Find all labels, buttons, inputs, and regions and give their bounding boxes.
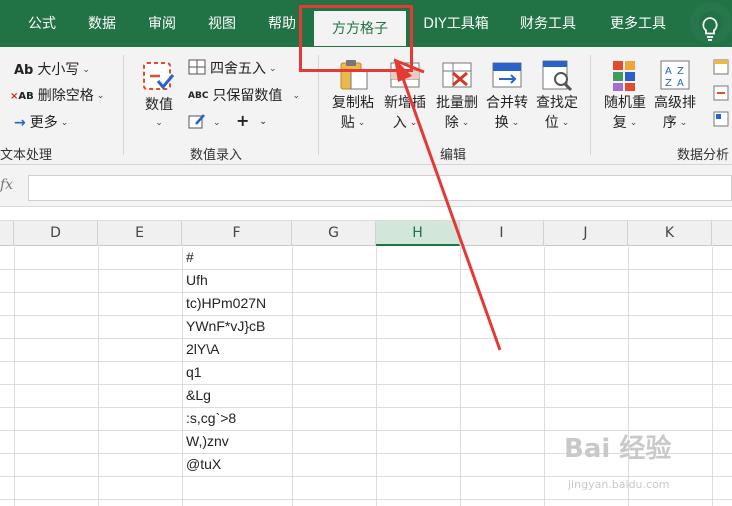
delete-spaces-button[interactable]: ×AB 删除空格 ⌄ [10,85,104,105]
pencil-icon [188,113,206,133]
find-icon [542,60,573,92]
batch-delete-label: 批量删 [436,95,478,111]
column-header-j[interactable]: J [544,221,628,246]
edit-tools-button[interactable]: ⌄ [188,113,221,133]
delete-space-icon: ×AB [10,90,34,102]
advanced-sort-label: 高级排 [654,95,696,111]
change-case-label: 大小写 [37,62,80,78]
cell-f10[interactable]: @tuX [186,453,221,476]
column-header-i[interactable]: I [460,221,544,246]
delete-cells-icon [442,62,472,88]
red-highlight-box [299,5,413,72]
tab-view[interactable]: 视图 [198,13,246,47]
round-icon [188,59,206,79]
arrow-right-icon: → [14,115,26,131]
tab-diy-toolbox[interactable]: DIY工具箱 [414,13,498,47]
column-header-g[interactable]: G [292,221,376,246]
column-header-f[interactable]: F [182,221,292,246]
column-header-k[interactable]: K [628,221,712,246]
cell-f4[interactable]: YWnF*vJ}cB [186,315,265,338]
more-analysis-icon-1[interactable] [713,59,729,79]
column-header-h[interactable]: H [376,221,460,246]
merge-convert-label: 合并转 [486,95,528,111]
cell-f9[interactable]: W,)znv [186,430,229,453]
lightbulb-icon[interactable] [700,16,720,42]
cell-f2[interactable]: Ufh [186,269,208,292]
numeric-button[interactable]: 数值 ⌄ [138,59,180,131]
column-header-e[interactable]: E [98,221,182,246]
svg-text:Z: Z [665,78,672,89]
keep-values-label: 只保留数值 [212,88,283,104]
merge-convert-button[interactable]: 合并转 换 ⌄ [482,57,532,133]
batch-delete-label-2: 除 ⌄ [444,115,470,131]
more-analysis-icon-2[interactable] [713,85,729,105]
analysis-group-label: 数据分析 [677,148,730,163]
insert-new-label-2: 入 ⌄ [392,115,418,131]
find-locate-button[interactable]: 查找定 位 ⌄ [532,57,582,133]
ab-icon: Ab [14,62,34,78]
tab-more-tools[interactable]: 更多工具 [602,13,674,47]
random-icon [613,61,635,91]
numeric-label: 数值 [145,97,173,113]
group-divider [590,55,591,155]
copy-paste-label-2: 贴 ⌄ [340,115,366,131]
cell-f5[interactable]: 2lY\A [186,338,219,361]
random-repeat-label: 随机重 [604,95,646,111]
numeric-icon [143,62,175,90]
chevron-down-icon: ⌄ [155,118,163,128]
formula-input[interactable] [28,175,732,201]
number-group-label: 数值录入 [190,148,243,163]
round-button[interactable]: 四舍五入 ⌄ [188,58,277,79]
svg-text:A: A [677,78,684,89]
cell-f6[interactable]: q1 [186,361,202,384]
more-text-button[interactable]: → 更多 ⌄ [14,112,68,132]
batch-delete-button[interactable]: 批量删 除 ⌄ [432,57,482,133]
cell-f8[interactable]: :s,cg`>8 [186,407,236,430]
advanced-sort-label-2: 序 ⌄ [662,115,688,131]
more-text-label: 更多 [29,115,58,131]
watermark-url: jingyan.baidu.com [568,478,670,491]
fx-icon[interactable]: fx [0,177,24,193]
insert-symbol-button[interactable]: + ⌄ [236,111,267,130]
cell-f7[interactable]: &Lg [186,384,211,407]
delete-spaces-label: 删除空格 [37,88,94,104]
merge-icon [492,62,522,88]
tab-data[interactable]: 数据 [78,13,126,47]
plus-icon: + [236,111,250,130]
formula-bar: fx [0,165,732,207]
column-header-row: D E F G H I J K [0,220,732,246]
cell-f1[interactable]: # [186,246,194,269]
cell-f3[interactable]: tc)HPm027N [186,292,266,315]
find-locate-label: 查找定 [536,95,578,111]
keep-values-button[interactable]: ABC 只保留数值 ⌄ [188,85,300,105]
svg-text:Z: Z [677,66,684,77]
text-group-label: 文本处理 [0,148,53,163]
find-locate-label-2: 位 ⌄ [544,115,570,131]
edit-group-label: 编辑 [440,148,467,163]
random-repeat-button[interactable]: 随机重 复 ⌄ [600,57,650,133]
round-label: 四舍五入 [210,61,266,77]
tab-formulas[interactable]: 公式 [18,13,66,47]
tab-finance-tools[interactable]: 财务工具 [512,13,584,47]
abc-icon: ABC [188,91,209,101]
copy-paste-label: 复制粘 [332,95,374,111]
sort-icon: A Z Z A [660,60,690,90]
group-divider [123,55,124,155]
insert-new-label: 新增插 [384,95,426,111]
tab-review[interactable]: 审阅 [138,13,186,47]
column-header-d[interactable]: D [14,221,98,246]
advanced-sort-button[interactable]: A Z Z A 高级排 序 ⌄ [650,57,700,133]
svg-text:A: A [665,66,672,77]
baidu-watermark: Bai 经验 jingyan.baidu.com [564,428,732,506]
change-case-button[interactable]: Ab 大小写 ⌄ [14,59,90,79]
more-analysis-icon-3[interactable] [713,111,729,131]
merge-convert-label-2: 换 ⌄ [494,115,520,131]
column-header-partial[interactable] [0,221,14,246]
random-repeat-label-2: 复 ⌄ [612,115,638,131]
watermark-logo: Bai 经验 [564,434,672,464]
